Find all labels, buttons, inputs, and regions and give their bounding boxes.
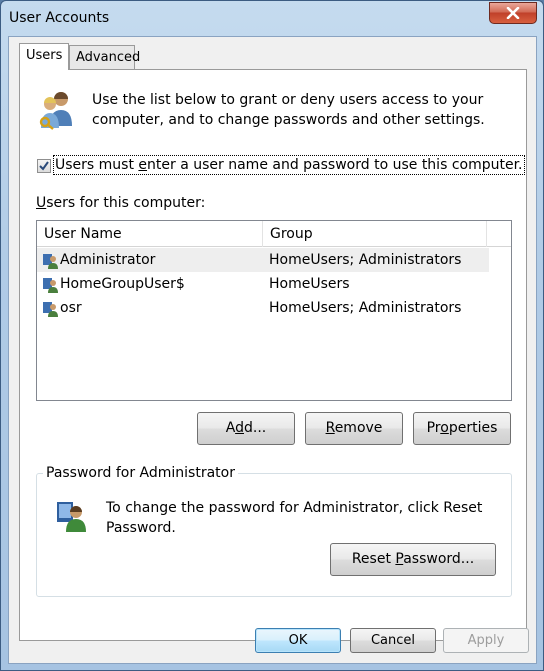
admin-user-icon — [57, 502, 86, 532]
listview-header: User Name Group — [37, 221, 511, 247]
close-button[interactable] — [489, 2, 537, 24]
column-header-group[interactable]: Group — [263, 221, 487, 247]
users-icon — [39, 92, 72, 130]
ok-button[interactable]: OK — [255, 628, 341, 653]
user-icon — [43, 254, 58, 269]
column-header-user-name[interactable]: User Name — [37, 221, 263, 247]
password-info-text: To change the password for Administrator… — [106, 500, 483, 536]
checkmark-icon — [39, 161, 49, 171]
user-group-cell: HomeUsers — [269, 276, 350, 292]
window-title: User Accounts — [9, 10, 110, 26]
user-name-cell: HomeGroupUser$ — [60, 276, 185, 292]
title-bar[interactable]: User Accounts — [1, 1, 543, 35]
user-icon — [43, 278, 58, 293]
require-login-label[interactable]: Users must enter a user name and passwor… — [53, 155, 525, 175]
user-group-cell: HomeUsers; Administrators — [269, 300, 462, 316]
add-user-button[interactable]: Add... — [197, 412, 295, 445]
dialog-client-area: Users Advanced Use the list below to gra… — [8, 36, 537, 664]
users-listview[interactable]: User Name Group Administrator HomeUsers;… — [36, 220, 512, 401]
tab-users-label: Users — [26, 48, 63, 63]
tab-users[interactable]: Users — [19, 43, 69, 70]
user-accounts-window: User Accounts Users Advanced Use the lis… — [0, 0, 544, 671]
user-name-cell: Administrator — [60, 252, 156, 268]
list-item[interactable]: HomeGroupUser$ HomeUsers — [37, 272, 489, 296]
list-item[interactable]: osr HomeUsers; Administrators — [37, 296, 489, 320]
require-login-checkbox[interactable] — [37, 159, 51, 173]
user-name-cell: osr — [60, 300, 82, 316]
list-item[interactable]: Administrator HomeUsers; Administrators — [37, 248, 489, 272]
tab-advanced[interactable]: Advanced — [69, 45, 140, 69]
remove-user-button[interactable]: Remove — [305, 412, 403, 445]
user-group-cell: HomeUsers; Administrators — [269, 252, 462, 268]
tab-advanced-label: Advanced — [76, 50, 141, 65]
properties-button[interactable]: Properties — [413, 412, 511, 445]
intro-text: Use the list below to grant or deny user… — [92, 92, 485, 128]
cancel-button[interactable]: Cancel — [350, 628, 436, 653]
reset-password-button[interactable]: Reset Password... — [330, 543, 496, 576]
close-icon — [506, 7, 520, 19]
password-group-legend: Password for Administrator — [43, 464, 238, 482]
users-list-label: Users for this computer: — [36, 195, 206, 211]
apply-button[interactable]: Apply — [443, 628, 529, 653]
users-tab-panel: Use the list below to grant or deny user… — [19, 69, 527, 641]
password-group: Password for Administrator To change the… — [36, 464, 512, 597]
user-icon — [43, 302, 58, 317]
